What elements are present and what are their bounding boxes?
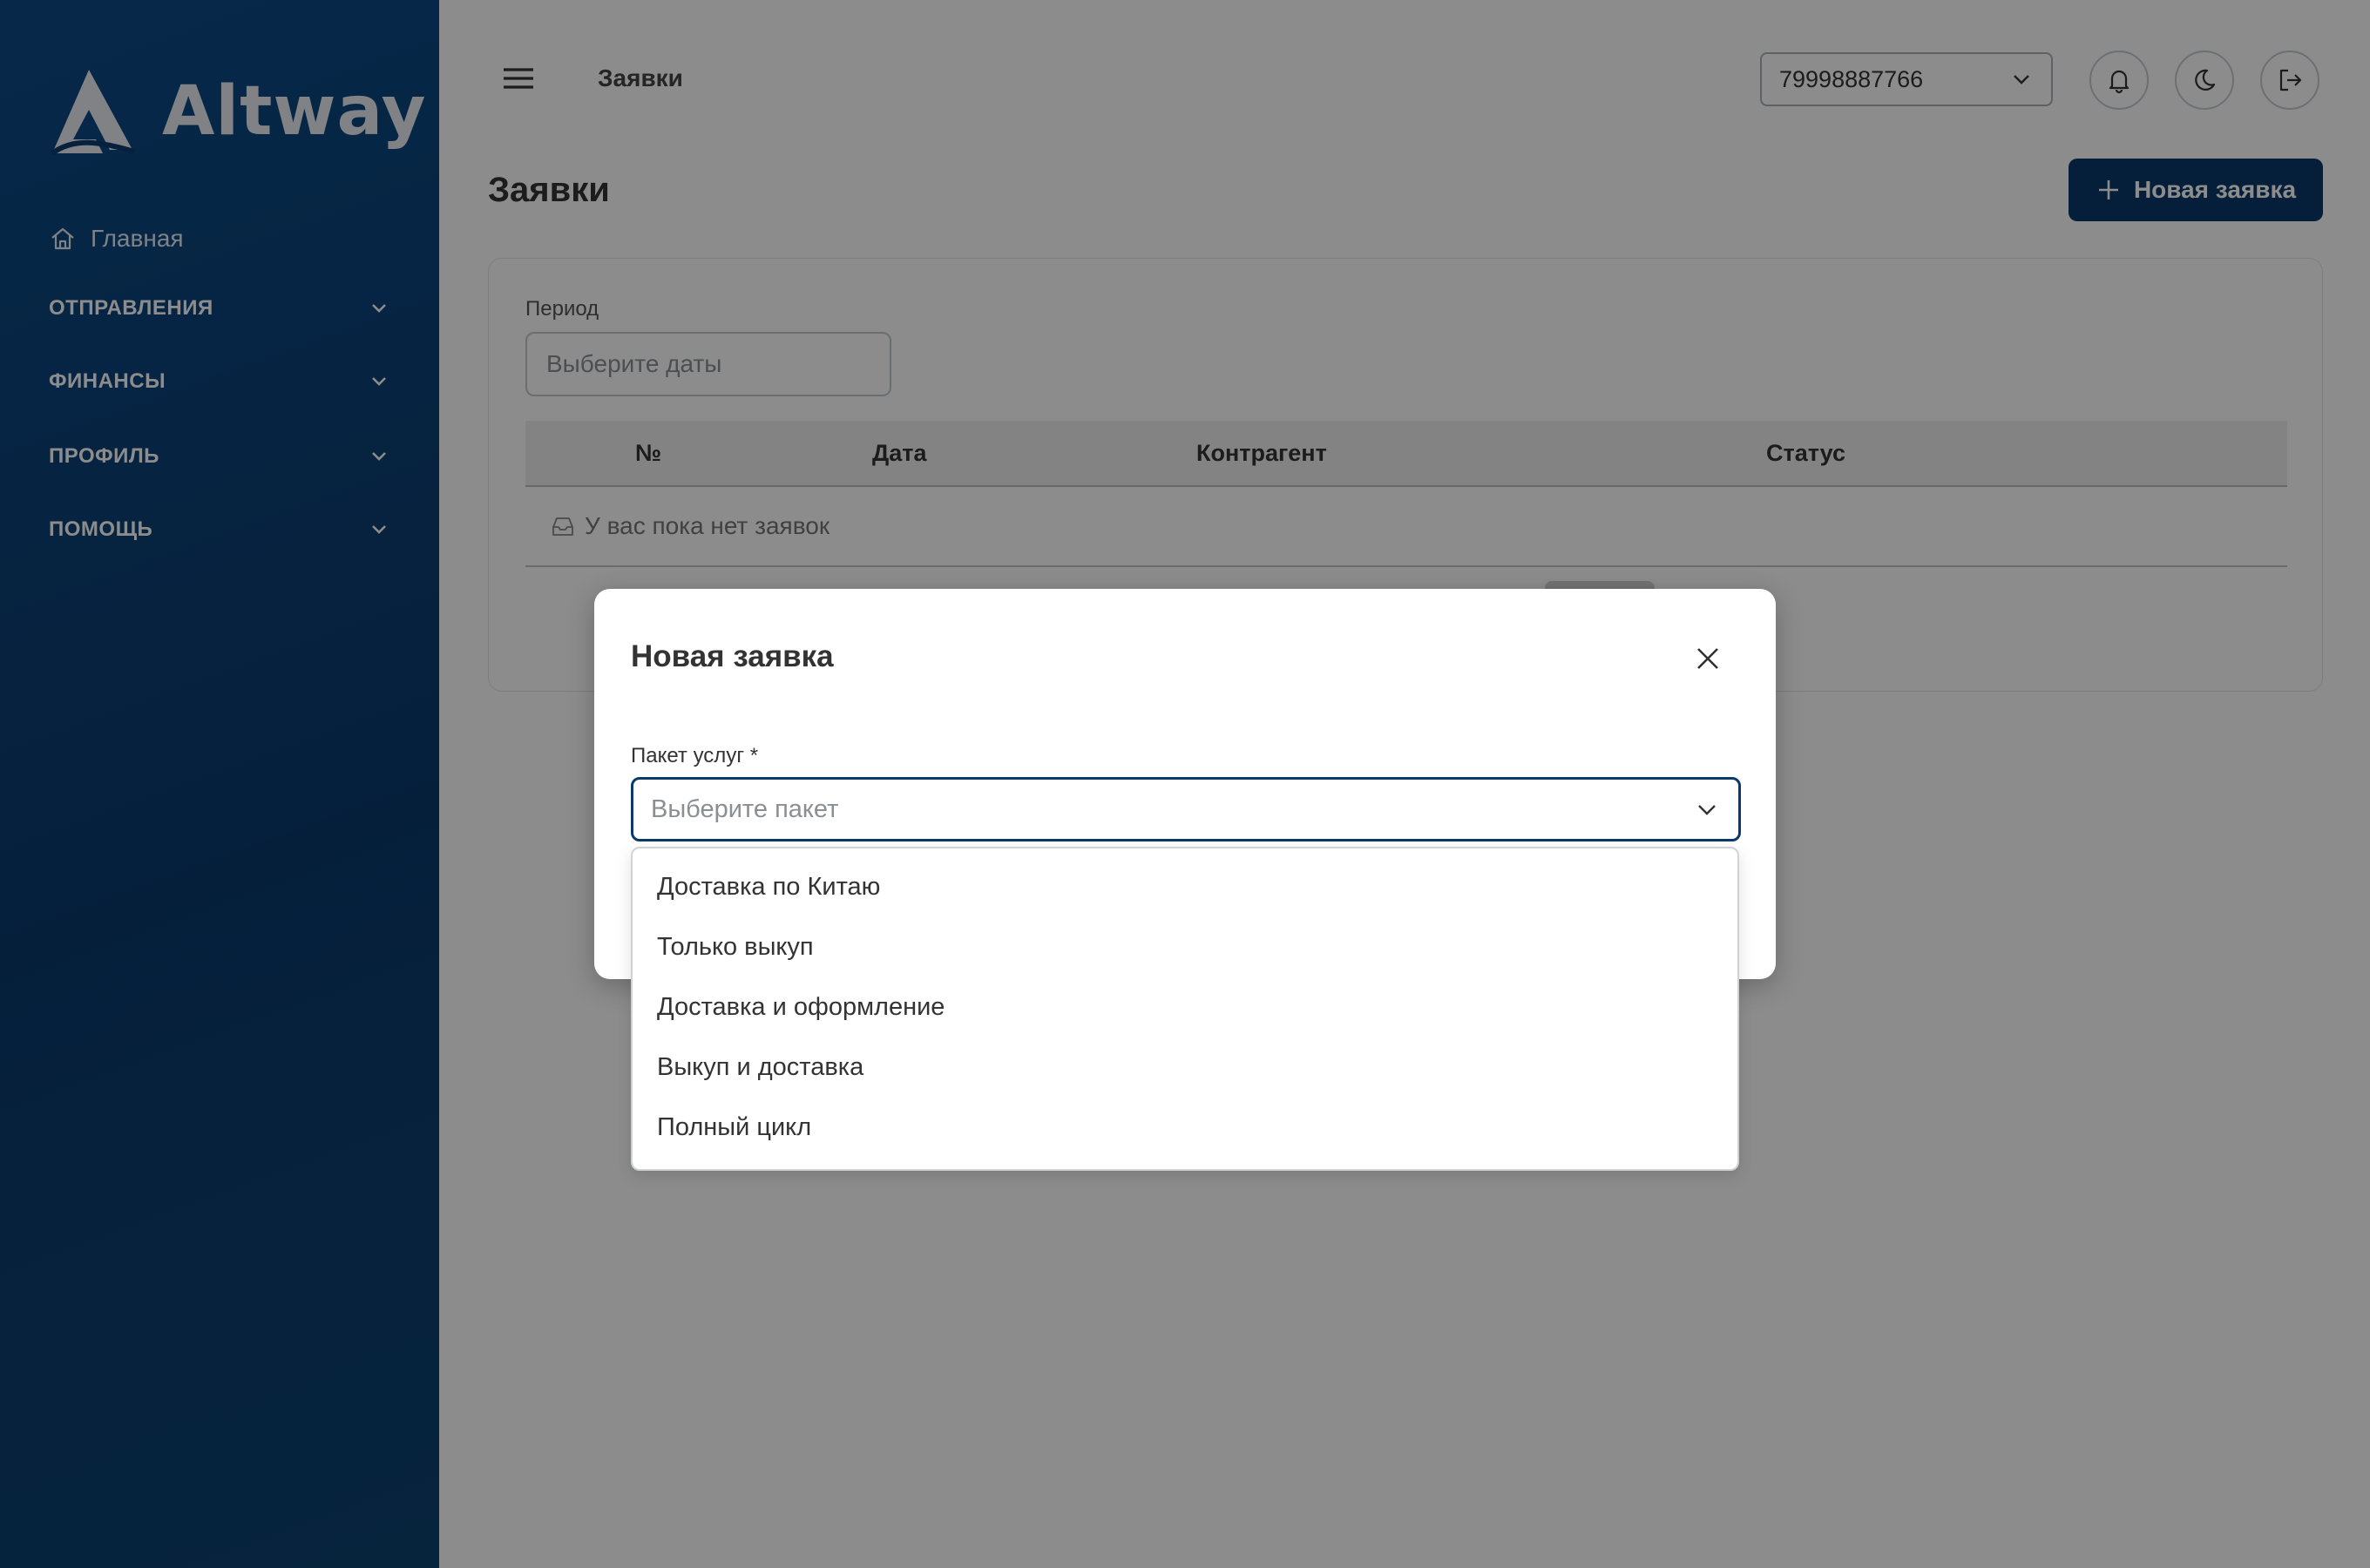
service-package-label: Пакет услуг * — [631, 744, 759, 767]
service-package-placeholder: Выберите пакет — [651, 794, 839, 823]
dropdown-option[interactable]: Только выкуп — [633, 917, 1737, 977]
app-root: Altway Главная ОТПРАВЛЕНИЯ ФИНАНСЫ ПРОФИ… — [0, 0, 2370, 1568]
modal-title: Новая заявка — [631, 639, 834, 673]
dropdown-option[interactable]: Полный цикл — [633, 1098, 1737, 1158]
dropdown-option[interactable]: Доставка и оформление — [633, 977, 1737, 1037]
close-icon[interactable] — [1690, 641, 1725, 676]
service-package-dropdown: Доставка по Китаю Только выкуп Доставка … — [631, 847, 1739, 1171]
service-package-select[interactable]: Выберите пакет — [631, 777, 1741, 841]
dropdown-option[interactable]: Выкуп и доставка — [633, 1037, 1737, 1098]
dropdown-option[interactable]: Доставка по Китаю — [633, 857, 1737, 917]
chevron-down-icon — [1698, 805, 1716, 815]
